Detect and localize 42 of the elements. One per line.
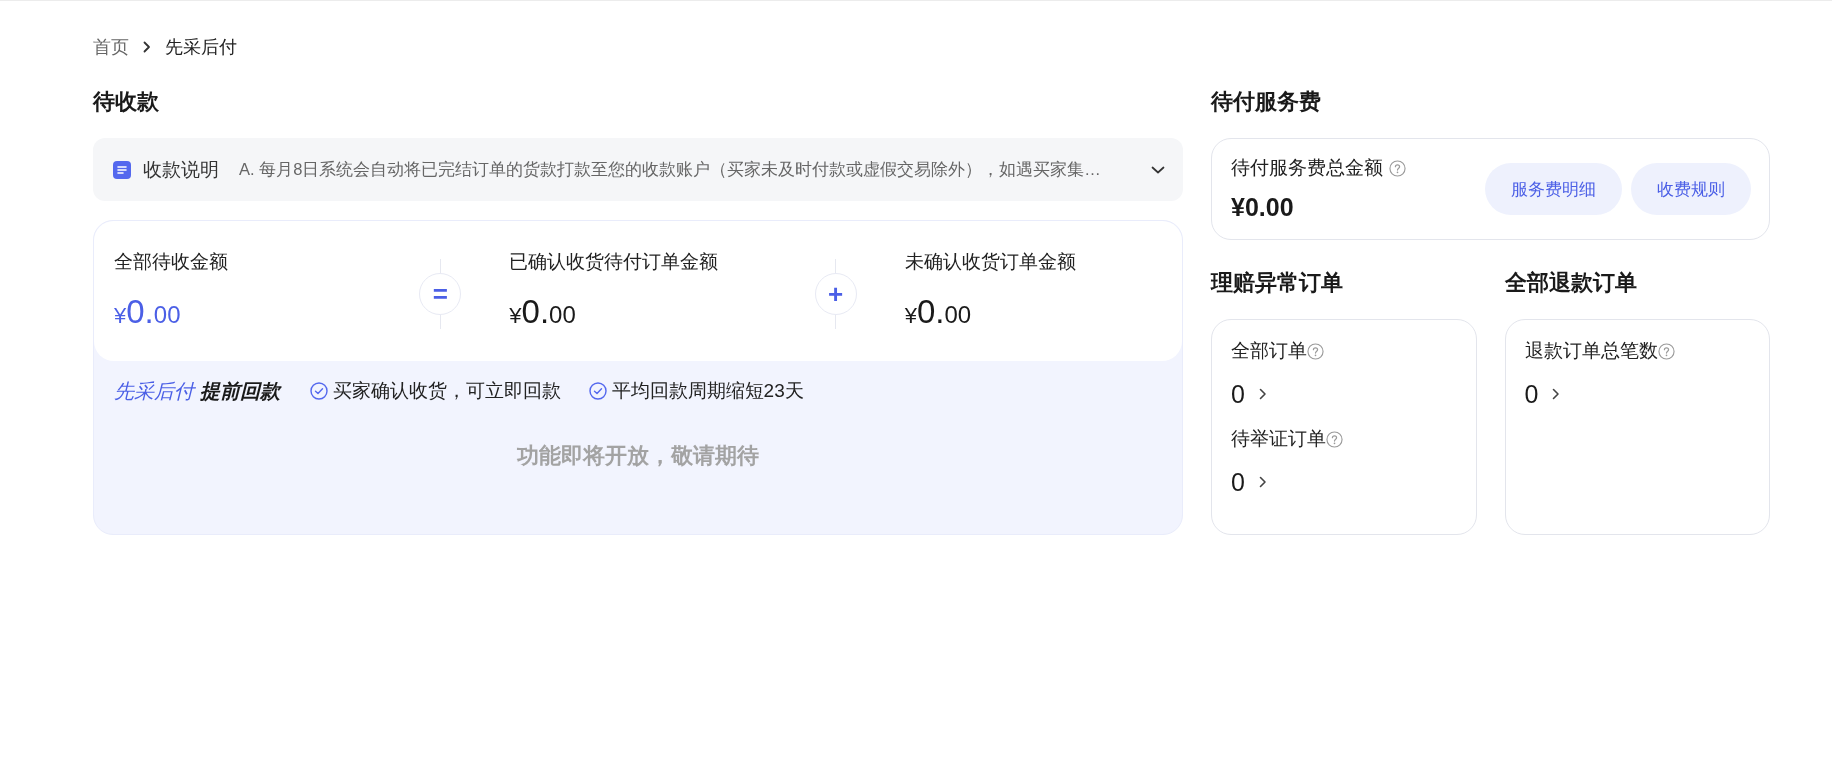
amount-label: 全部待收金额 [114,250,229,274]
chevron-right-icon [1258,388,1267,400]
section-title: 待收款 [93,88,160,116]
notice-title: 收款说明 [143,157,219,182]
action-button[interactable]: 收费规则 [1631,163,1751,215]
fee-amount: ¥0.00 [1231,192,1295,223]
breadcrumb-current: 先采后付 [165,36,237,59]
help-icon[interactable] [1307,342,1324,360]
amount-value: ¥0.00 [114,292,182,332]
section-title: 全部退款订单 [1504,269,1638,297]
amount-value: ¥0.00 [509,292,577,332]
check-circle-icon [588,382,607,400]
chevron-right-icon [1552,388,1561,400]
action-button[interactable]: 服务费明细 [1485,163,1622,215]
fee-label: 待付服务费总金额 [1231,156,1383,180]
chevron-right-icon [1258,476,1267,488]
chevron-right-icon [143,41,151,53]
help-icon[interactable] [1389,159,1406,177]
operator-sign: + [814,273,857,315]
operator-sign: = [419,273,462,315]
stat-label: 全部订单 [1231,339,1307,363]
section-title: 理赔异常订单 [1211,269,1344,297]
stat-link[interactable]: 0 [1231,378,1267,410]
help-icon[interactable] [1326,430,1343,448]
help-icon[interactable] [1657,342,1675,360]
promo-title: 先采后付 提前回款 [114,378,280,404]
empty-state-text: 功能即将开放，敬请期待 [516,442,760,470]
benefit-text: 买家确认收货，可立即回款 [332,379,561,403]
amount-label: 未确认收货订单金额 [904,250,1077,274]
stat-label: 待举证订单 [1231,427,1326,451]
breadcrumb-link[interactable]: 首页 [93,35,129,59]
chevron-down-icon[interactable] [1151,165,1165,174]
section-title: 待付服务费 [1211,88,1322,116]
document-icon [113,160,131,179]
amount-value: ¥0.00 [904,292,973,332]
stat-link[interactable]: 0 [1524,378,1561,410]
notice-text: A. 每月8日系统会自动将已完结订单的货款打款至您的收款账户（买家未及时付款或虚假交易除外），如遇买家集… [239,158,1101,180]
amount-label: 已确认收货待付订单金额 [509,250,720,274]
check-circle-icon [309,382,328,400]
stat-label: 退款订单总笔数 [1524,339,1658,363]
stat-link[interactable]: 0 [1231,466,1267,498]
benefit-text: 平均回款周期缩短23天 [611,379,804,403]
